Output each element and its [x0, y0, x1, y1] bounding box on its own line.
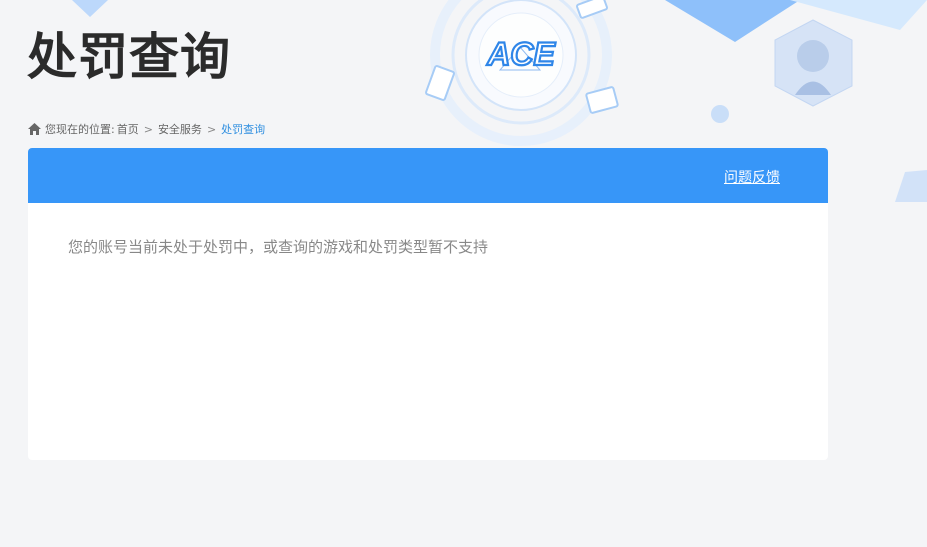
breadcrumb-prefix: 您现在的位置: [45, 123, 115, 136]
panel-header: 问题反馈 [28, 148, 828, 203]
feedback-link[interactable]: 问题反馈 [724, 167, 780, 187]
hexagon-portrait [774, 19, 853, 107]
small-blue-dot [711, 105, 729, 123]
breadcrumb-separator: > [206, 122, 217, 136]
floating-card-left [425, 65, 455, 101]
breadcrumb-security-link[interactable]: 安全服务 [158, 121, 202, 137]
home-icon [28, 123, 41, 135]
result-message: 您的账号当前未处于处罚中，或查询的游戏和处罚类型暂不支持 [68, 238, 489, 256]
top-right-prism-light [790, 0, 927, 30]
floating-card-right [585, 86, 619, 114]
svg-text:ACE: ACE [486, 36, 556, 72]
breadcrumb: 您现在的位置: 首页 > 安全服务 > 处罚查询 [28, 121, 265, 137]
page-title: 处罚查询 [27, 28, 231, 86]
top-left-triangle [72, 0, 108, 17]
floating-card-top [576, 0, 608, 19]
ace-logo-ring [430, 0, 612, 146]
ace-logo-icon: ACE [478, 35, 564, 73]
breadcrumb-home-link[interactable]: 首页 [117, 121, 139, 137]
result-panel: 问题反馈 您的账号当前未处于处罚中，或查询的游戏和处罚类型暂不支持 [28, 148, 828, 460]
breadcrumb-current: 处罚查询 [221, 123, 266, 136]
top-right-prism [665, 0, 800, 42]
edge-crystal [895, 170, 927, 202]
breadcrumb-separator: > [143, 122, 153, 136]
